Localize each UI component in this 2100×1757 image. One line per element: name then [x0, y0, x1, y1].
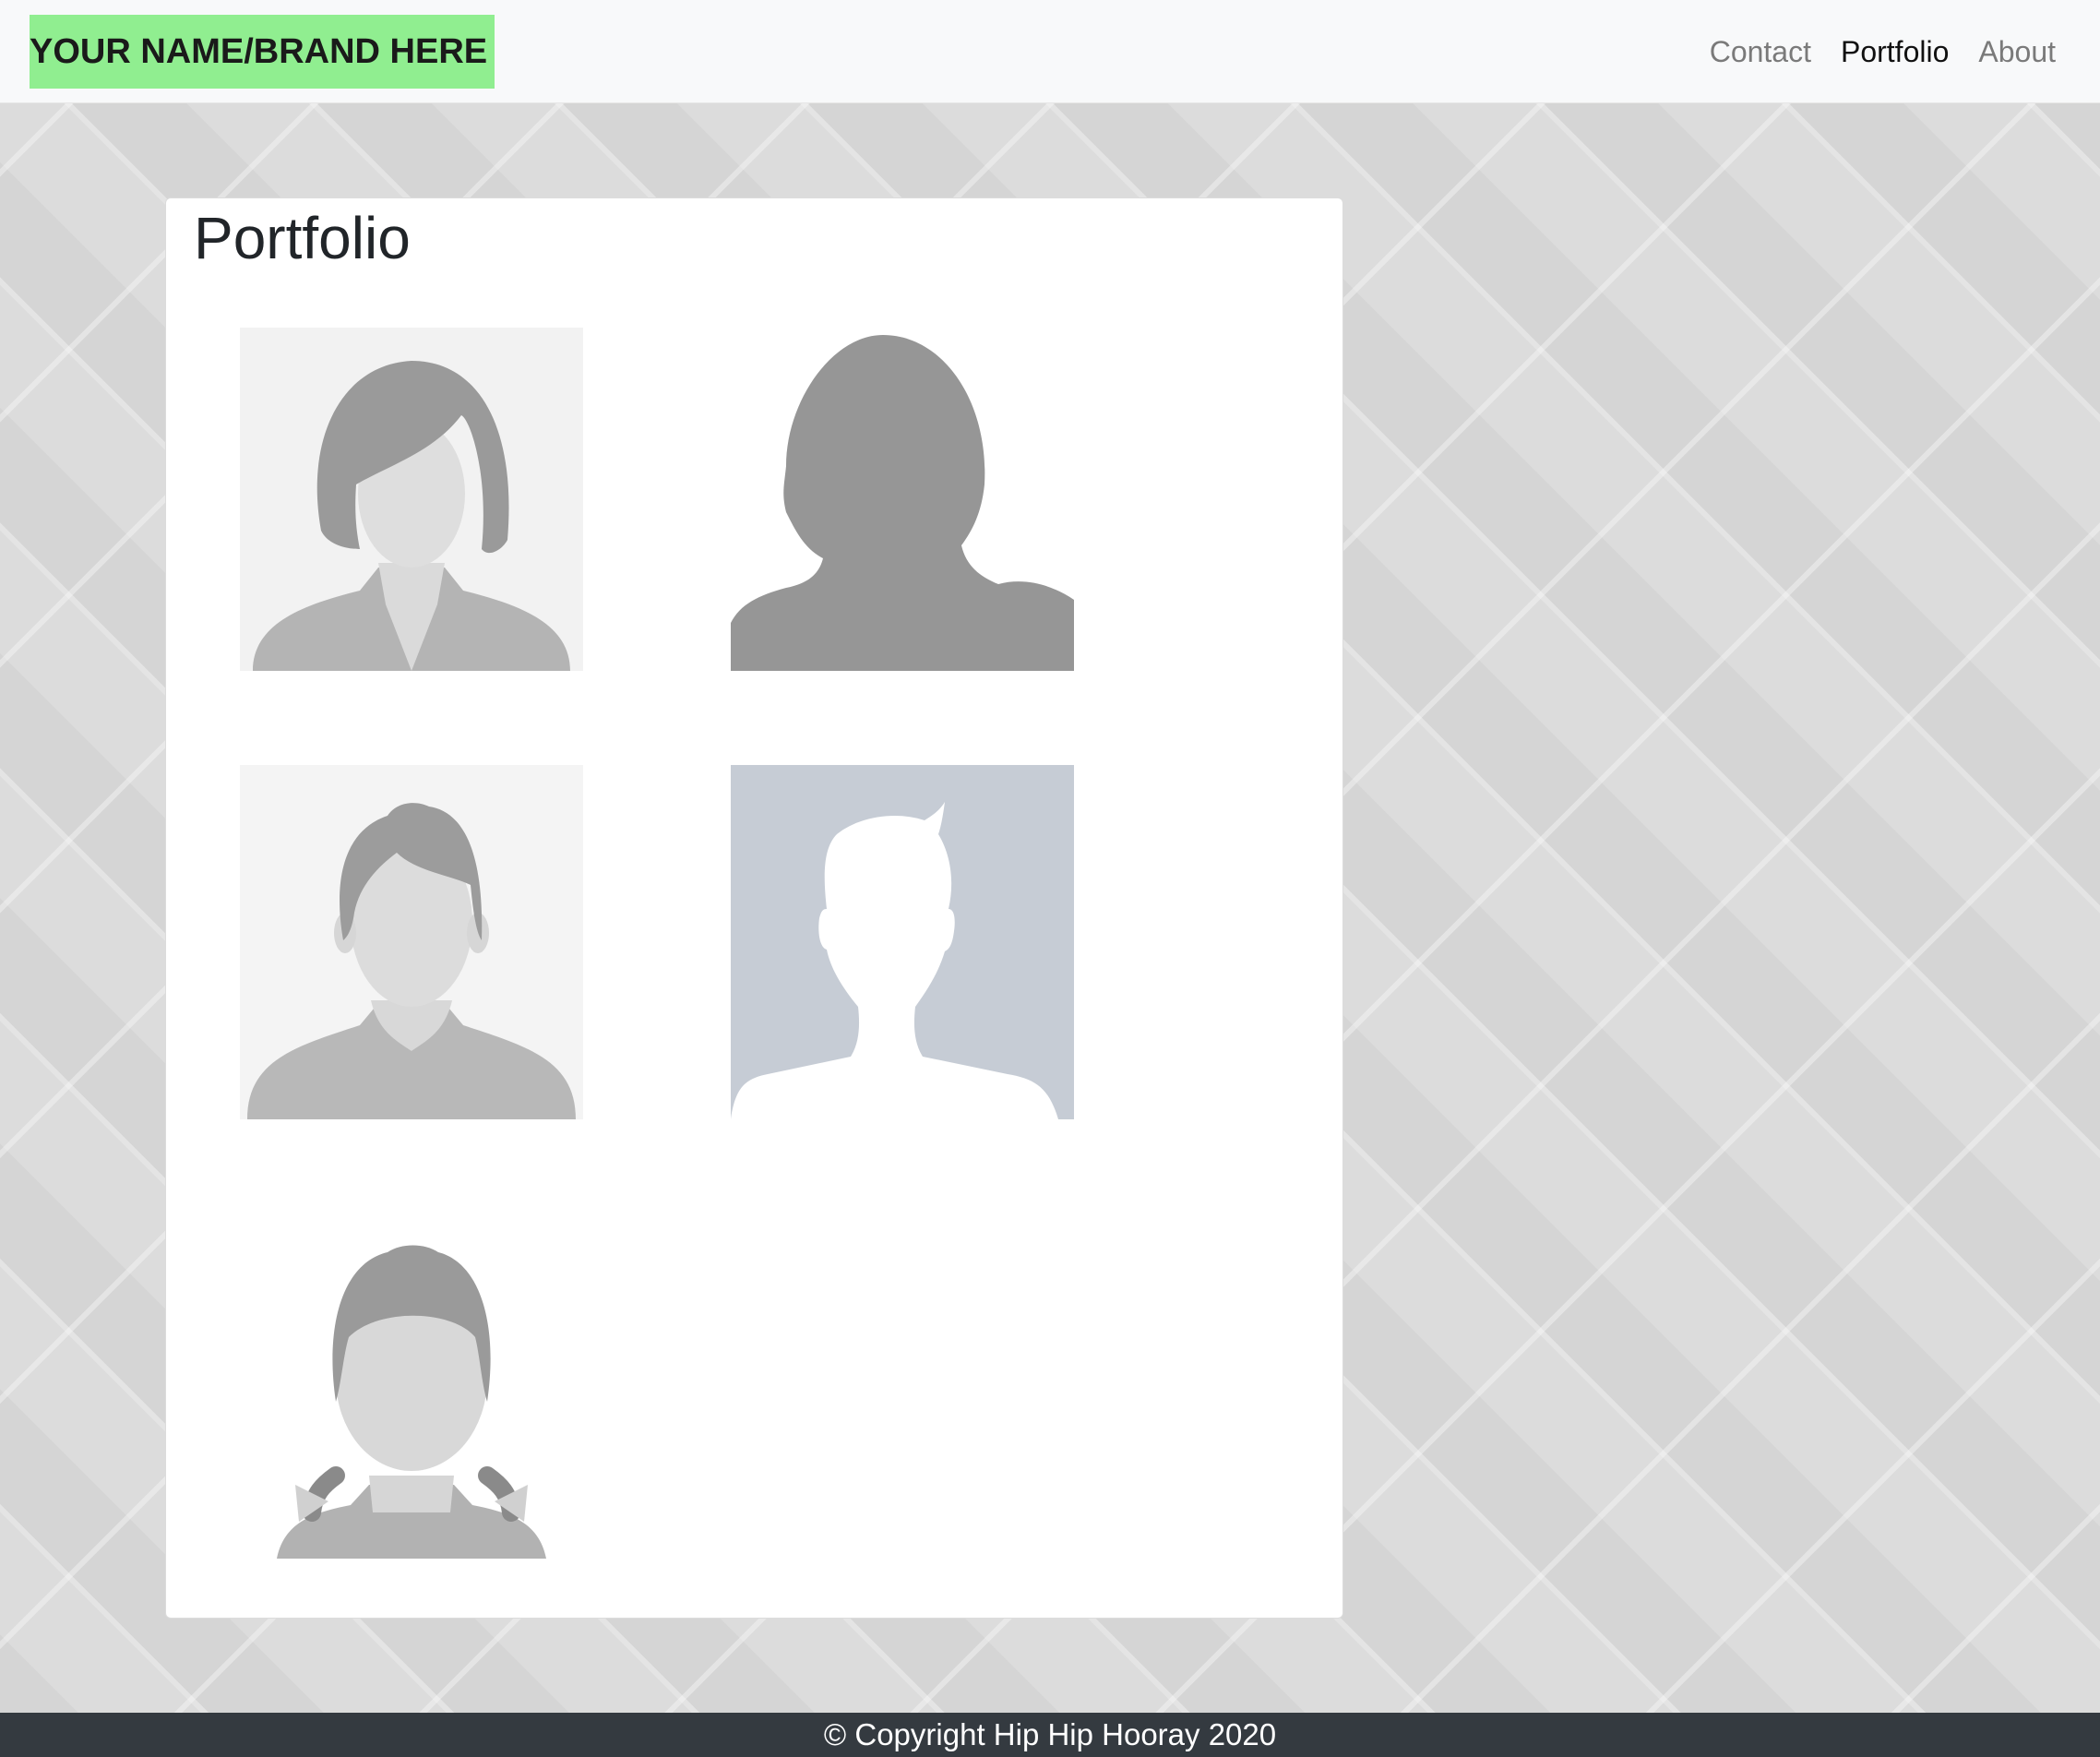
woman-avatar-placeholder-icon [240, 328, 583, 671]
portfolio-image-5[interactable] [240, 1208, 583, 1559]
nav-link-contact[interactable]: Contact [1710, 35, 1811, 69]
portfolio-card: Portfolio [165, 197, 1343, 1619]
man-silhouette-icon [731, 765, 1074, 1119]
portfolio-image-1[interactable] [240, 328, 583, 671]
portfolio-image-4[interactable] [731, 765, 1074, 1119]
portfolio-image-3[interactable] [240, 765, 583, 1119]
woman-silhouette-icon [731, 328, 1074, 671]
copyright-text: © Copyright Hip Hip Hooray 2020 [823, 1717, 1277, 1751]
girl-with-braids-avatar-icon [240, 1208, 583, 1559]
nav-link-about[interactable]: About [1978, 35, 2056, 69]
nav-links: Contact Portfolio About [1710, 0, 2056, 103]
man-avatar-placeholder-icon [240, 765, 583, 1119]
page-title: Portfolio [194, 205, 411, 271]
nav-link-portfolio[interactable]: Portfolio [1841, 35, 1949, 69]
navbar: YOUR NAME/BRAND HERE Contact Portfolio A… [0, 0, 2100, 103]
footer: © Copyright Hip Hip Hooray 2020 [0, 1713, 2100, 1757]
portfolio-image-2[interactable] [731, 328, 1074, 671]
brand-logo-link[interactable]: YOUR NAME/BRAND HERE [30, 15, 495, 89]
